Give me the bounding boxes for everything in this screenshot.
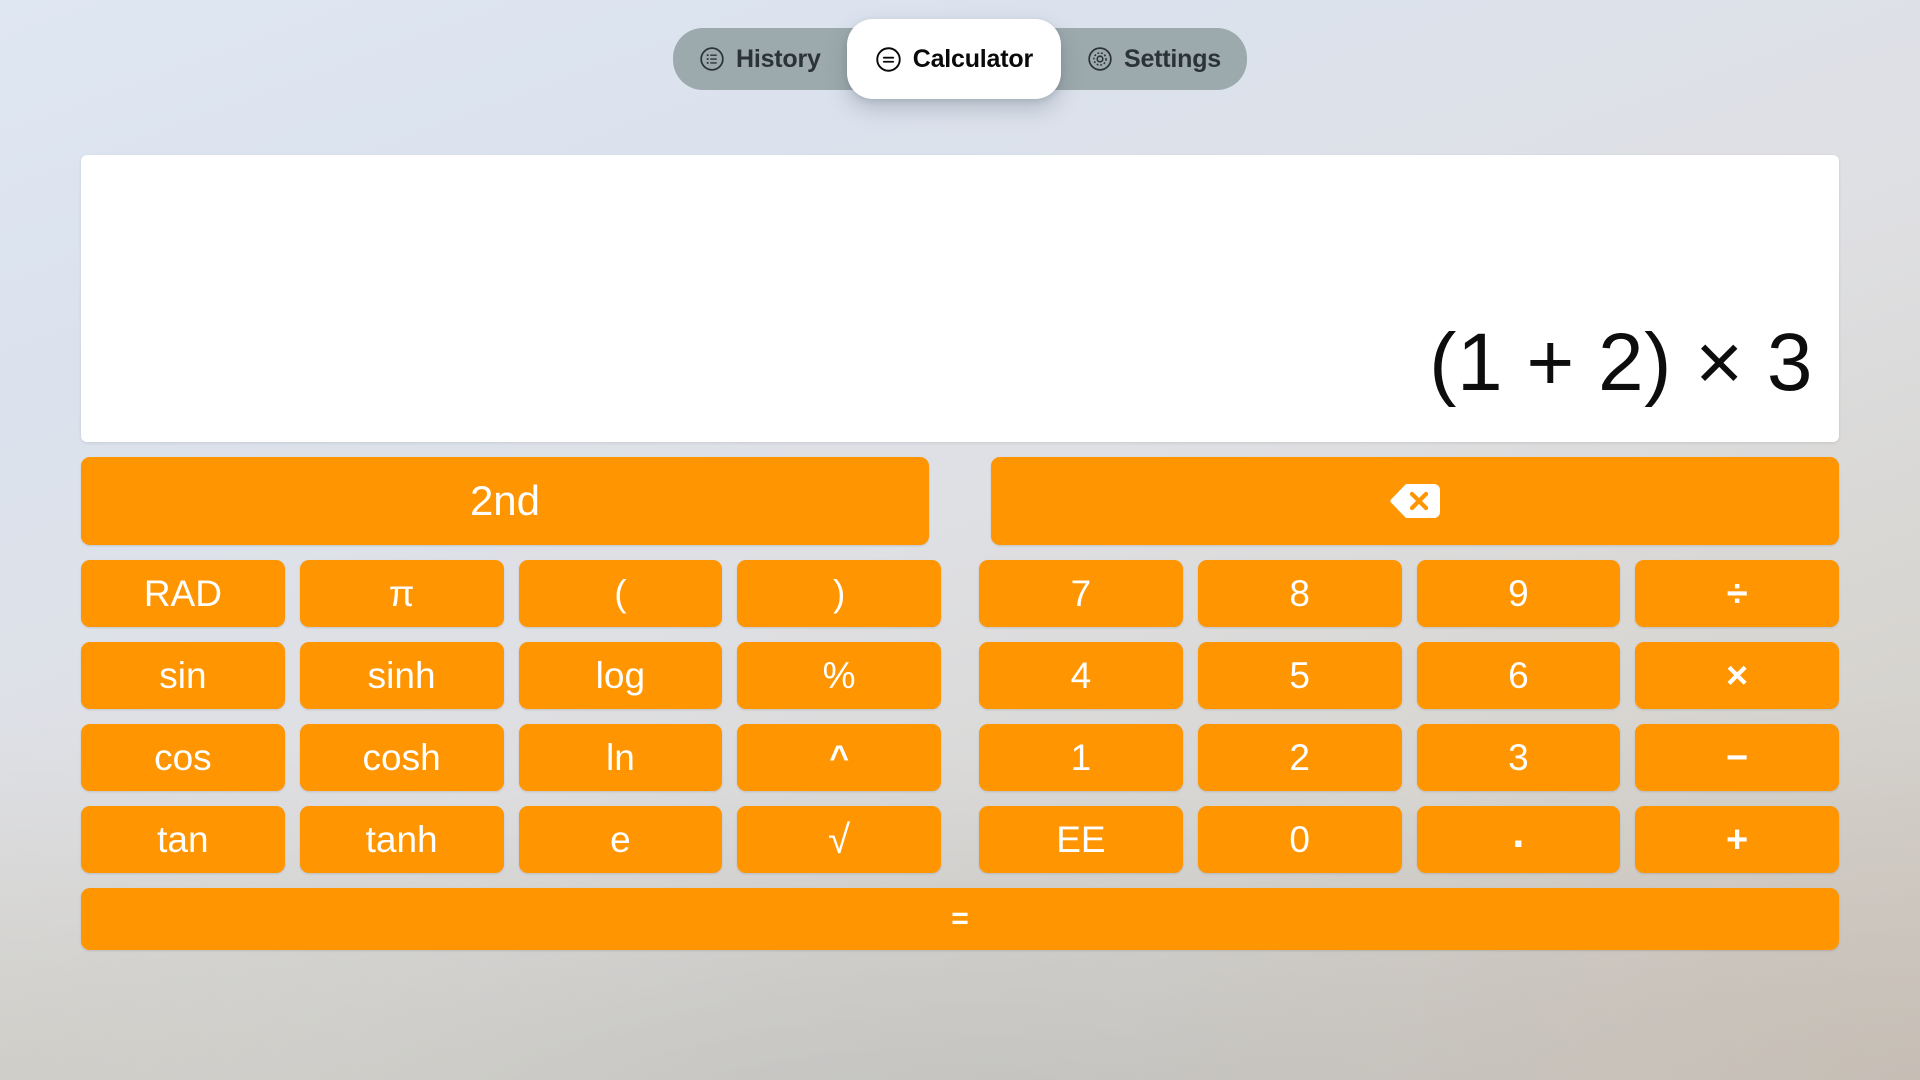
key-label: log xyxy=(595,655,646,696)
sin-button[interactable]: sin xyxy=(81,642,285,709)
sinh-button[interactable]: sinh xyxy=(299,642,504,709)
tan-button[interactable]: tan xyxy=(81,806,285,873)
decimal-point-button[interactable]: . xyxy=(1416,806,1621,873)
keypad-row: cos cosh ln ^ 1 2 3 − xyxy=(81,724,1839,791)
key-label: × xyxy=(1726,654,1749,697)
key-label: √ xyxy=(828,817,851,862)
equals-label: = xyxy=(951,902,969,935)
key-label: ) xyxy=(832,573,846,614)
tabbar-container: History Calculator Settings xyxy=(0,0,1920,118)
second-function-button[interactable]: 2nd xyxy=(81,457,929,545)
keypad-row: tan tanh e √ EE 0. + xyxy=(81,806,1839,873)
percent-button[interactable]: % xyxy=(737,642,941,709)
scientific-group: sin sinh log% xyxy=(81,642,941,709)
calculator-display[interactable]: (1 + 2) × 3 xyxy=(81,155,1839,442)
tab-calculator[interactable]: Calculator xyxy=(846,19,1061,99)
key-label: 3 xyxy=(1508,737,1529,778)
digit-6-button[interactable]: 6 xyxy=(1416,642,1621,709)
tabbar: History Calculator Settings xyxy=(672,19,1248,99)
scientific-group: tan tanh e √ xyxy=(81,806,941,873)
key-label: tanh xyxy=(365,819,438,860)
numpad-group: 7 8 9 ÷ xyxy=(979,560,1839,627)
key-label: 9 xyxy=(1508,573,1529,614)
digit-8-button[interactable]: 8 xyxy=(1197,560,1402,627)
open-paren-button[interactable]: ( xyxy=(518,560,723,627)
cos-button[interactable]: cos xyxy=(81,724,285,791)
tab-history-label: History xyxy=(735,44,821,73)
key-label: + xyxy=(1726,818,1749,861)
numpad-group: 4 5 6 × xyxy=(979,642,1839,709)
key-label: 7 xyxy=(1070,573,1092,614)
digit-9-button[interactable]: 9 xyxy=(1416,560,1621,627)
power-button[interactable]: ^ xyxy=(737,724,941,791)
key-label: π xyxy=(388,573,415,614)
digit-7-button[interactable]: 7 xyxy=(979,560,1183,627)
scientific-group: RAD π () xyxy=(81,560,941,627)
key-label: RAD xyxy=(143,573,222,614)
key-label: ÷ xyxy=(1726,572,1748,615)
key-label: ( xyxy=(614,573,627,614)
key-label: % xyxy=(822,655,856,696)
tab-calculator-label: Calculator xyxy=(912,44,1033,73)
digit-0-button[interactable]: 0 xyxy=(1197,806,1402,873)
key-label: 6 xyxy=(1508,655,1529,696)
keypad: 2nd RAD π () 7 8 9 ÷ sin sinh log% 4 5 6 × cos cosh ln ^ 1… xyxy=(81,457,1839,950)
key-label: 4 xyxy=(1070,655,1092,696)
close-paren-button[interactable]: ) xyxy=(737,560,941,627)
e-button[interactable]: e xyxy=(518,806,723,873)
sqrt-button[interactable]: √ xyxy=(737,806,941,873)
scientific-group: cos cosh ln ^ xyxy=(81,724,941,791)
key-label: sin xyxy=(159,655,207,696)
key-label: cos xyxy=(154,737,212,778)
cosh-button[interactable]: cosh xyxy=(299,724,504,791)
key-label: 8 xyxy=(1289,573,1310,614)
rad-button[interactable]: RAD xyxy=(81,560,285,627)
digit-3-button[interactable]: 3 xyxy=(1416,724,1621,791)
tab-settings-label: Settings xyxy=(1123,44,1222,73)
keypad-top-row: 2nd xyxy=(81,457,1839,545)
key-label: 0 xyxy=(1289,819,1310,860)
key-label: sinh xyxy=(367,655,436,696)
key-label: 1 xyxy=(1070,737,1092,778)
key-label: 5 xyxy=(1289,655,1310,696)
key-label: cosh xyxy=(362,737,441,778)
log-button[interactable]: log xyxy=(518,642,723,709)
key-label: − xyxy=(1726,736,1749,779)
equals-circle-icon xyxy=(875,46,902,73)
equals-button[interactable]: = xyxy=(81,888,1839,950)
key-label: tan xyxy=(157,819,209,860)
divide-button[interactable]: ÷ xyxy=(1635,560,1839,627)
keypad-row: sin sinh log% 4 5 6 × xyxy=(81,642,1839,709)
keypad-equals-row: = xyxy=(81,888,1839,950)
backspace-button[interactable] xyxy=(991,457,1839,545)
numpad-group: 1 2 3 − xyxy=(979,724,1839,791)
tab-history[interactable]: History xyxy=(673,28,847,90)
digit-4-button[interactable]: 4 xyxy=(979,642,1183,709)
digit-2-button[interactable]: 2 xyxy=(1197,724,1402,791)
key-label: EE xyxy=(1056,819,1106,860)
numpad-group: EE 0. + xyxy=(979,806,1839,873)
key-label: 2 xyxy=(1289,737,1310,778)
gear-circle-icon xyxy=(1087,46,1113,72)
multiply-button[interactable]: × xyxy=(1635,642,1839,709)
digit-1-button[interactable]: 1 xyxy=(979,724,1183,791)
key-label: . xyxy=(1512,807,1525,857)
pi-button[interactable]: π xyxy=(299,560,504,627)
key-label: ^ xyxy=(829,738,850,777)
ee-button[interactable]: EE xyxy=(979,806,1183,873)
key-label: e xyxy=(610,819,631,860)
keypad-row: RAD π () 7 8 9 ÷ xyxy=(81,560,1839,627)
ln-button[interactable]: ln xyxy=(518,724,723,791)
minus-button[interactable]: − xyxy=(1635,724,1839,791)
list-circle-icon xyxy=(699,46,725,72)
second-function-label: 2nd xyxy=(469,477,541,524)
tanh-button[interactable]: tanh xyxy=(299,806,504,873)
digit-5-button[interactable]: 5 xyxy=(1197,642,1402,709)
backspace-icon xyxy=(1388,481,1442,521)
plus-button[interactable]: + xyxy=(1635,806,1839,873)
tab-settings[interactable]: Settings xyxy=(1061,28,1247,90)
key-label: ln xyxy=(605,737,635,778)
display-expression: (1 + 2) × 3 xyxy=(1429,317,1813,408)
